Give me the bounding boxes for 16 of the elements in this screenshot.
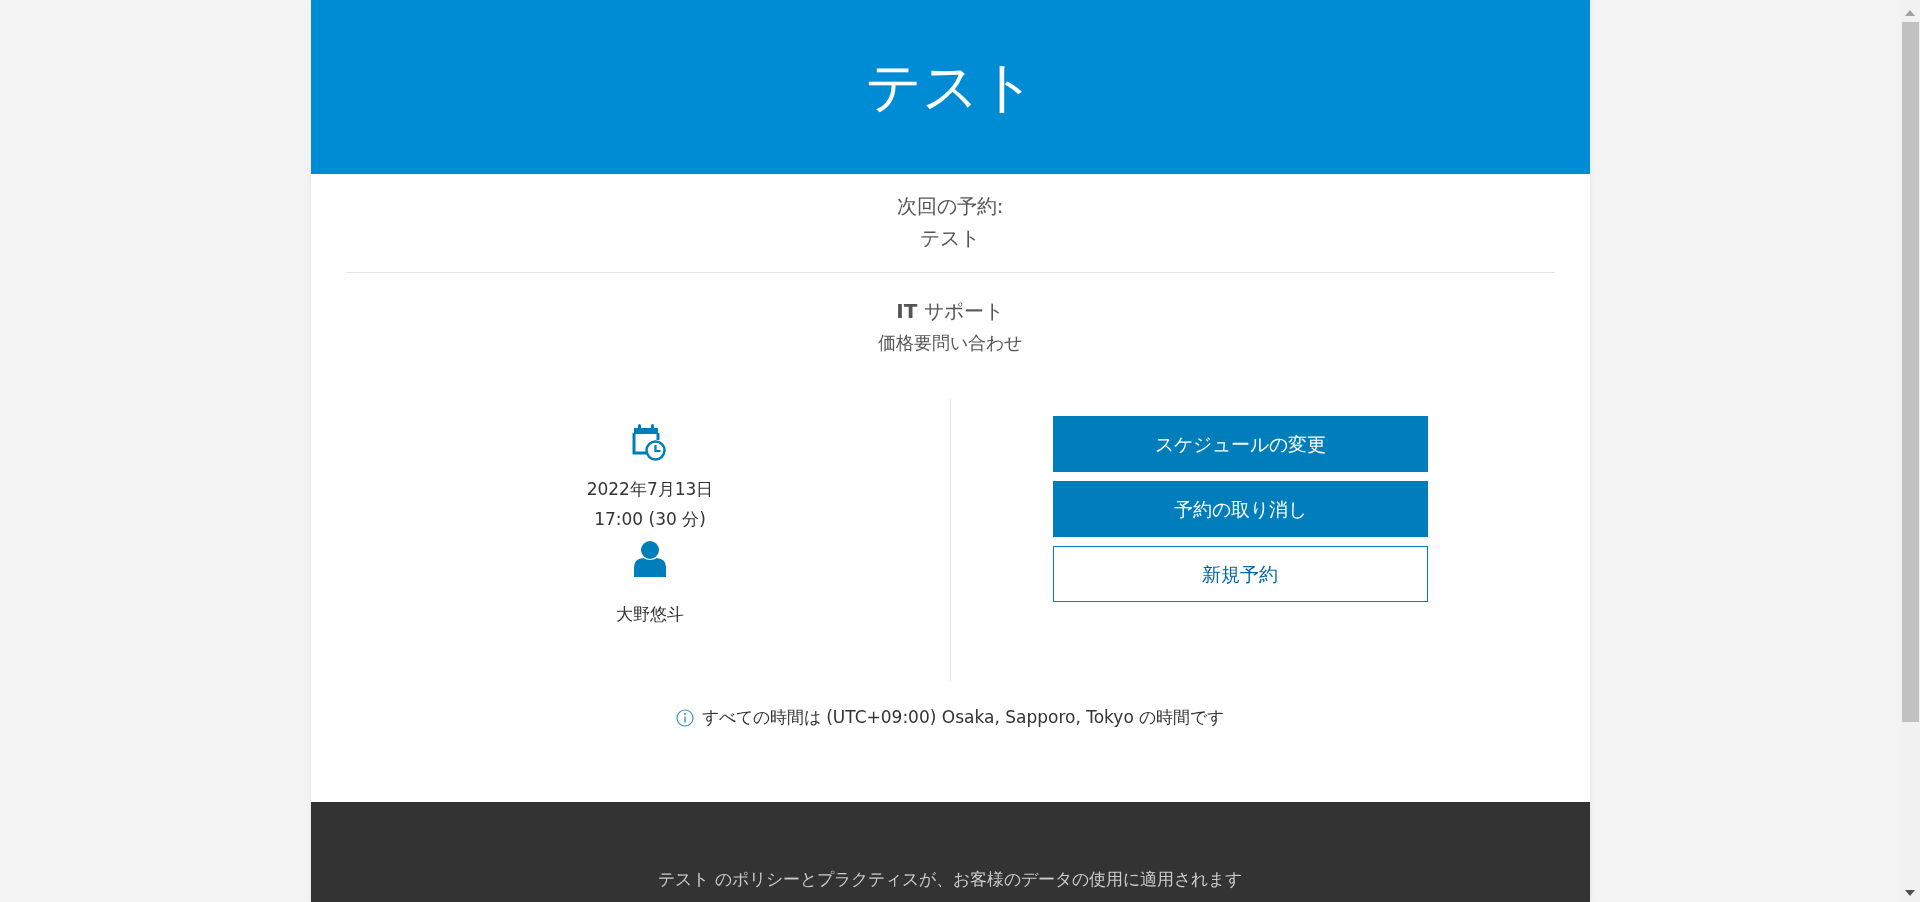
timezone-note: すべての時間は (UTC+09:00) Osaka, Sapporo, Tokyo の時間です <box>701 706 1225 729</box>
appointment-time: 17:00 (30 分) <box>594 507 706 531</box>
appointment-date: 2022年7月13日 <box>586 478 714 501</box>
next-booking-name: テスト <box>919 225 981 252</box>
service-price: 価格要問い合わせ <box>877 331 1023 355</box>
calendar-clock-icon <box>632 423 668 461</box>
footer-text: テスト のポリシーとプラクティスが、お客様のデータの使用に適用されます <box>658 867 1242 891</box>
staff-name: 大野悠斗 <box>616 603 684 626</box>
info-icon <box>675 708 694 727</box>
new-booking-button[interactable]: 新規予約 <box>1052 546 1428 602</box>
action-button[interactable]: 予約の取り消し <box>1052 481 1428 537</box>
action-button[interactable]: スケジュールの変更 <box>1052 416 1428 472</box>
service-title: IT サポート <box>895 298 1005 325</box>
next-booking-label: 次回の予約: <box>895 193 1005 220</box>
page-title: テスト <box>864 53 1036 121</box>
person-icon <box>633 540 667 578</box>
